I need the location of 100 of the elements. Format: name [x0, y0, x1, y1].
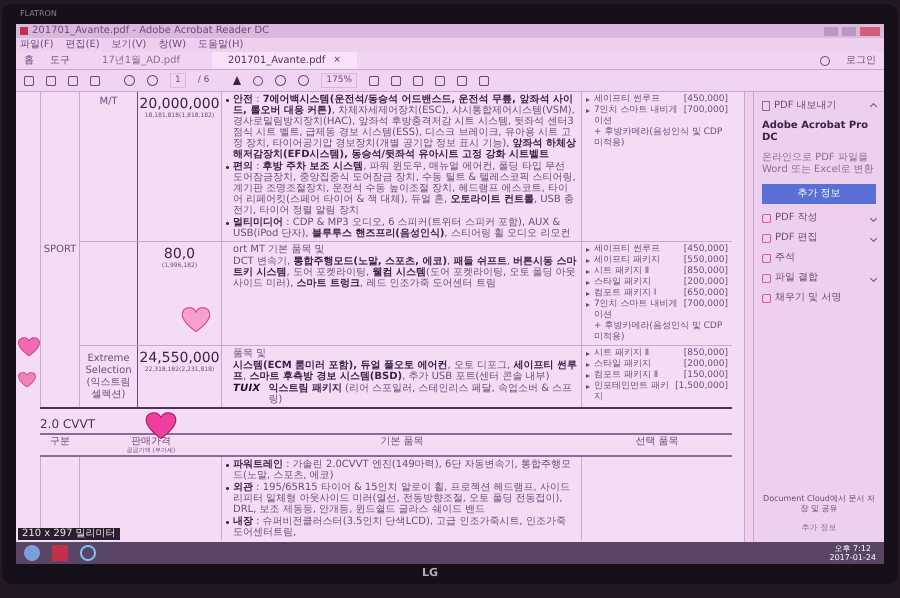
triangle-bullet-icon	[586, 281, 590, 285]
export-label[interactable]: PDF 내보내기	[774, 100, 867, 112]
triangle-bullet-icon	[586, 248, 590, 252]
option-price: [450,000]	[684, 94, 728, 105]
close-tab-button[interactable]: ×	[333, 54, 341, 68]
sale-price: 20,000,000	[139, 96, 220, 112]
document-tab[interactable]: 17년1월_AD.pdf	[86, 52, 196, 69]
option-name: 인포테인먼트 패키지	[594, 381, 670, 403]
triangle-bullet-icon	[586, 292, 590, 296]
sale-price: 80,0	[164, 246, 196, 262]
option-name: 시트 패키지 Ⅱ	[594, 266, 650, 277]
option-name: 세이프티 썬루프	[594, 244, 661, 255]
option-name: 7인치 스마트 내비게이션	[594, 105, 678, 127]
clock-date: 2017-01-24	[830, 553, 876, 562]
heart-sticker	[18, 372, 36, 388]
monitor-logo: LG	[422, 564, 438, 580]
tools-tab[interactable]: 도구	[50, 53, 70, 68]
product-description: 온라인으로 PDF 파일을 Word 또는 Excel로 변환	[762, 152, 875, 176]
triangle-bullet-icon	[586, 98, 590, 102]
bullet-icon	[226, 464, 229, 467]
trim-name: SPORT	[44, 244, 76, 255]
tool-item[interactable]: 채우기 및 서명	[775, 292, 876, 304]
option-price: [850,000]	[684, 266, 728, 277]
triangle-bullet-icon	[586, 259, 590, 263]
option-name: 시트 패키지 Ⅱ	[594, 348, 650, 359]
option-price: [700,000]	[684, 105, 728, 117]
option-price: [700,000]	[684, 299, 728, 311]
cloud-more-link[interactable]: 추가 정보	[762, 522, 876, 534]
option-note: + 후방카메라(음성인식 및 CDP 미적용)	[594, 127, 722, 148]
option-name: 스타일 패키지	[594, 277, 652, 288]
option-price: [550,000]	[684, 255, 728, 266]
cloud-text: Document Cloud에서 문서 저장 및 공유	[762, 494, 876, 514]
document-tab[interactable]: 201701_Avante.pdf ×	[212, 52, 357, 69]
tool-item[interactable]: PDF 편집	[775, 232, 867, 244]
bullet-icon	[226, 166, 229, 169]
tool-item[interactable]: 주석	[775, 252, 876, 264]
menu-item[interactable]: 창(W)	[158, 39, 186, 51]
option-name: 컴포트 패키지 Ⅰ	[594, 288, 658, 299]
feature-text: 품목 및	[233, 348, 266, 359]
monitor-brand: FLATRON	[20, 8, 57, 20]
menu-item[interactable]: 보기(V)	[112, 39, 146, 51]
feature-text: 외관 : 195/65R15 타이어 & 15인치 알로이 휠, 프로젝션 헤드램프, 사이드 리피터 일체형 아웃사이드 미러(열선, 전동방향조절, 오토 폴딩 전동접이), DRL, 보조 제동등, 안개등, 윈드쉴드 글라스 쉐이드 밴드	[233, 482, 571, 515]
option-price: [150,000]	[684, 370, 728, 381]
page-size-tooltip: 210 x 297 밀리미터	[18, 528, 120, 540]
more-info-button[interactable]: 추가 정보	[762, 184, 876, 204]
zoom-field[interactable]: 175%	[321, 72, 358, 88]
feature-text: 시스템(ECM 룸미러 포함), 듀얼 풀오토 에어컨, 오토 디포그, 세이프티 썬루프, 스마트 후측방 경보 시스템(BSD), 추가 USB 포트(센터 콘솔 내부)	[233, 360, 577, 382]
feature-text: 내장 : 슈퍼비전클러스터(3.5인치 단색LCD), 고급 인조가죽시트, 인조가죽 도어센터트림,	[233, 516, 567, 538]
clock-time: 오후 7:12	[834, 544, 871, 553]
option-note: + 후방카메라(음성인식 및 CDP 미적용)	[594, 321, 722, 342]
triangle-bullet-icon	[586, 374, 590, 378]
model-type: Extreme Selection (익스트림 셀렉션)	[84, 352, 133, 400]
feature-text: 편의 : 후방 주차 보조 시스템, 파워 윈도우, 매뉴얼 에어컨, 폴딩 타입 무선 도어잠금장치, 중앙집중식 도어잠금 장치, 수동 틸트 & 텔레스코픽 스티어링, 계기판 조명조절장치, 운전석 수동 높이조절 장치, 헤드램프 에스코트, 타이어 리페어킷(스페어 타이어 & 잭 대체), 듀얼 혼, 오토라이트 컨트롤, USB 충전기, 타이어 정렬 알림 장치	[233, 161, 577, 216]
triangle-bullet-icon	[586, 303, 590, 307]
menu-item[interactable]: 파일(F)	[20, 39, 54, 51]
triangle-bullet-icon	[586, 270, 590, 274]
product-name: Adobe Acrobat Pro DC	[762, 120, 869, 144]
option-name: 스타일 패키지	[594, 359, 652, 370]
option-price: [200,000]	[684, 277, 728, 288]
page-number-field[interactable]: 1	[170, 72, 186, 88]
column-header: 기본 품목	[380, 436, 424, 447]
feature-text: 익스트림 패키지 (리어 스포일러, 스테인리스 페달, 속업소버 & 스프링)	[268, 383, 574, 405]
bullet-icon	[226, 222, 229, 225]
tuix-logo: TUIX	[233, 383, 260, 394]
column-header: 구분	[50, 436, 70, 447]
sale-price: 24,550,000	[139, 350, 220, 366]
triangle-bullet-icon	[586, 385, 590, 389]
menu-item[interactable]: 편집(E)	[66, 39, 100, 51]
page-total: / 6	[198, 74, 210, 87]
bullet-icon	[226, 521, 229, 524]
option-price: [650,000]	[684, 288, 728, 299]
feature-text: 안전 : 7에어백시스템(운전석/동승석 어드밴스드, 운전석 무릎, 앞좌석 사이드, 롤오버 대응 커튼), 차체자세제어장치(ESC), 샤시통합제어시스템(VSM), 경사로밀림방지장치(HAC), 앞좌석 후방충격저감 시트 시스템, 뒷좌석 센터3점식 시트 벨트, 급제동 경보 시스템(ESS), 디스크 브레이크, 유아용 시트 고정 장치, 타이어공기압 경보장치(개별 공기압 정보 표시 기능), 앞좌석 하체상해저감장치(EFD시스템), 동승석/뒷좌석 유아시트 고정 강화 시트벨트	[233, 94, 577, 160]
option-price: [1,500,000]	[675, 381, 728, 393]
option-price: [850,000]	[684, 348, 728, 359]
section-heading: 2.0 CVVT	[40, 417, 96, 431]
column-header: 선택 품목	[635, 436, 679, 447]
option-price: [200,000]	[684, 359, 728, 370]
option-name: 세이프티 패키지	[594, 255, 661, 266]
home-tab[interactable]: 홈	[24, 53, 34, 68]
option-name: 7인치 스마트 내비게이션	[594, 299, 678, 321]
tool-item[interactable]: PDF 작성	[775, 212, 867, 224]
feature-text: 멀티미디어 : CDP & MP3 오디오, 6 스피커(트위터 스피커 포함), AUX & USB(iPod 단자), 블루투스 핸즈프리(음성인식), 스티어링 휠 오디오 리모컨	[233, 217, 572, 239]
model-type: M/T	[99, 96, 118, 108]
feature-text: 파워트레인 : 가솔린 2.0CVVT 엔진(149마력), 6단 자동변속기, 통합주행모드(노말, 스포츠, 에코)	[233, 459, 572, 481]
bullet-icon	[226, 487, 229, 490]
start-button[interactable]	[24, 545, 40, 561]
menu-item[interactable]: 도움말(H)	[198, 39, 244, 51]
tool-item[interactable]: 파일 결합	[775, 272, 867, 284]
column-header: 판매가격	[131, 436, 171, 447]
window-title: 201701_Avante.pdf - Adobe Acrobat Reader DC	[32, 25, 270, 37]
triangle-bullet-icon	[586, 109, 590, 113]
feature-text: ort MT 기본 품목 및	[233, 244, 325, 255]
heart-sticker	[181, 307, 211, 333]
login-link[interactable]: 로그인	[846, 53, 876, 68]
triangle-bullet-icon	[586, 363, 590, 367]
triangle-bullet-icon	[586, 352, 590, 356]
feature-text: DCT 변속기, 통합주행모드(노말, 스포츠, 에코), 패들 쉬프트, 버튼시동 스마트키 시스템, 도어 포켓라이팅, 웰컴 시스템(도어 포켓라이팅, 오토 폴딩 아웃사이드 미러), 스마트 트렁크, 레드 인조가죽 도어센터 트림	[233, 256, 577, 289]
option-name: 세이프티 썬루프	[594, 94, 661, 105]
option-name: 컴포트 패키지 Ⅱ	[594, 370, 660, 381]
option-price: [450,000]	[684, 244, 728, 255]
